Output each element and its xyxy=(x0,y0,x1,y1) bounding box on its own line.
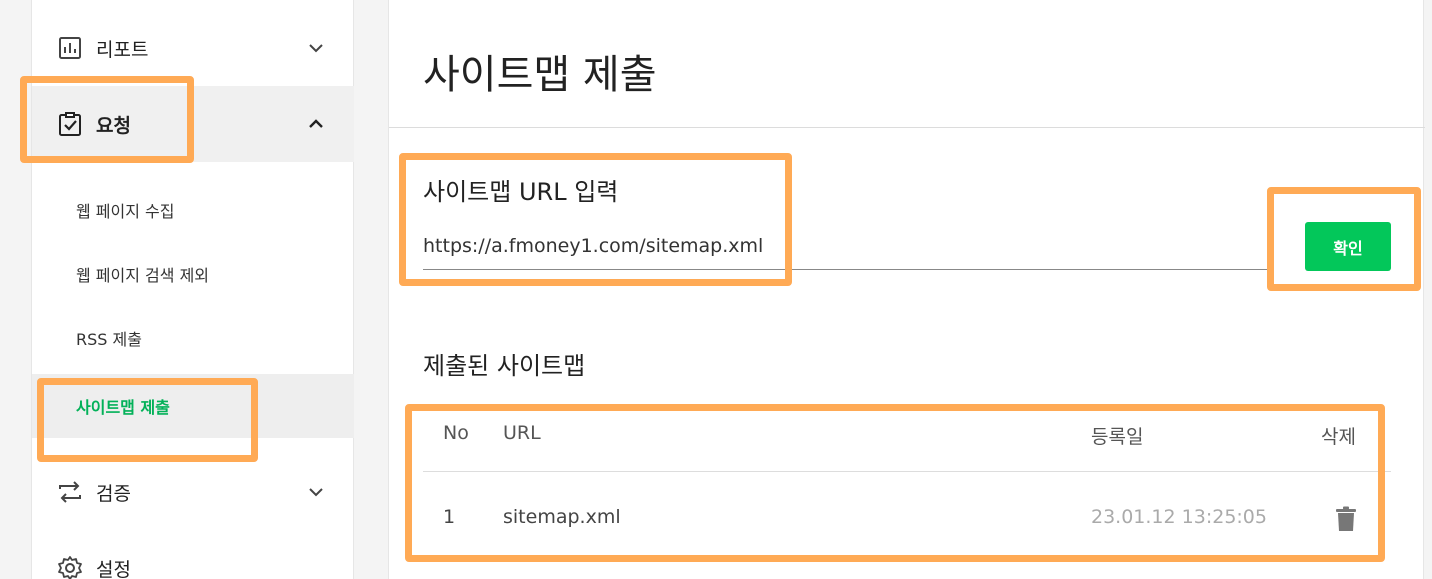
chevron-down-icon[interactable] xyxy=(304,480,328,504)
clipboard-check-icon xyxy=(56,110,84,138)
sidebar-subitem-page-exclude[interactable]: 웹 페이지 검색 제외 xyxy=(32,242,354,306)
gear-icon xyxy=(56,554,84,579)
chevron-down-icon[interactable] xyxy=(304,36,328,60)
sidebar-item-request[interactable]: 요청 xyxy=(32,86,354,162)
table-header: No URL 등록일 삭제 xyxy=(423,400,1391,472)
row-no: 1 xyxy=(443,506,456,528)
sidebar-item-report[interactable]: 리포트 xyxy=(32,10,354,86)
header-delete: 삭제 xyxy=(1321,426,1356,448)
sidebar-gutter xyxy=(0,0,32,579)
sidebar: 리포트 요청 웹 페이지 수집 웹 페이지 검색 제외 RSS 제출 사이트맵 … xyxy=(32,0,354,579)
header-date: 등록일 xyxy=(1091,426,1144,448)
divider xyxy=(389,127,1425,128)
submitted-sitemaps-title: 제출된 사이트맵 xyxy=(423,352,586,380)
sidebar-item-verify[interactable]: 검증 xyxy=(32,454,354,530)
sidebar-item-label: 설정 xyxy=(96,558,131,579)
chevron-up-icon[interactable] xyxy=(304,112,328,136)
main-content: 사이트맵 제출 사이트맵 URL 입력 확인 제출된 사이트맵 No URL 등… xyxy=(388,0,1425,579)
sidebar-subitem-page-collect[interactable]: 웹 페이지 수집 xyxy=(32,178,354,242)
row-url: sitemap.xml xyxy=(503,506,621,528)
sidebar-subitem-label: 웹 페이지 수집 xyxy=(76,202,175,221)
sidebar-item-label: 리포트 xyxy=(96,38,149,61)
sidebar-subitem-label: 사이트맵 제출 xyxy=(76,398,170,417)
trash-icon[interactable] xyxy=(1335,506,1357,532)
header-no: No xyxy=(443,422,469,444)
sidebar-subitem-label: RSS 제출 xyxy=(76,330,142,349)
sidebar-subitem-sitemap[interactable]: 사이트맵 제출 xyxy=(32,374,354,438)
sitemap-url-input[interactable] xyxy=(423,222,1273,270)
row-date: 23.01.12 13:25:05 xyxy=(1091,506,1267,528)
sidebar-item-label: 검증 xyxy=(96,482,131,505)
sidebar-item-label: 요청 xyxy=(96,114,131,137)
sidebar-item-settings[interactable]: 설정 xyxy=(32,530,354,579)
confirm-button[interactable]: 확인 xyxy=(1305,222,1391,271)
header-url: URL xyxy=(503,422,541,444)
report-icon xyxy=(56,34,84,62)
repeat-icon xyxy=(56,478,84,506)
sidebar-subitem-rss[interactable]: RSS 제출 xyxy=(32,306,354,370)
page-title: 사이트맵 제출 xyxy=(423,52,657,98)
sidebar-subitem-label: 웹 페이지 검색 제외 xyxy=(76,266,210,285)
sitemap-url-label: 사이트맵 URL 입력 xyxy=(423,178,619,206)
table-row: 1 sitemap.xml 23.01.12 13:25:05 xyxy=(423,472,1391,562)
